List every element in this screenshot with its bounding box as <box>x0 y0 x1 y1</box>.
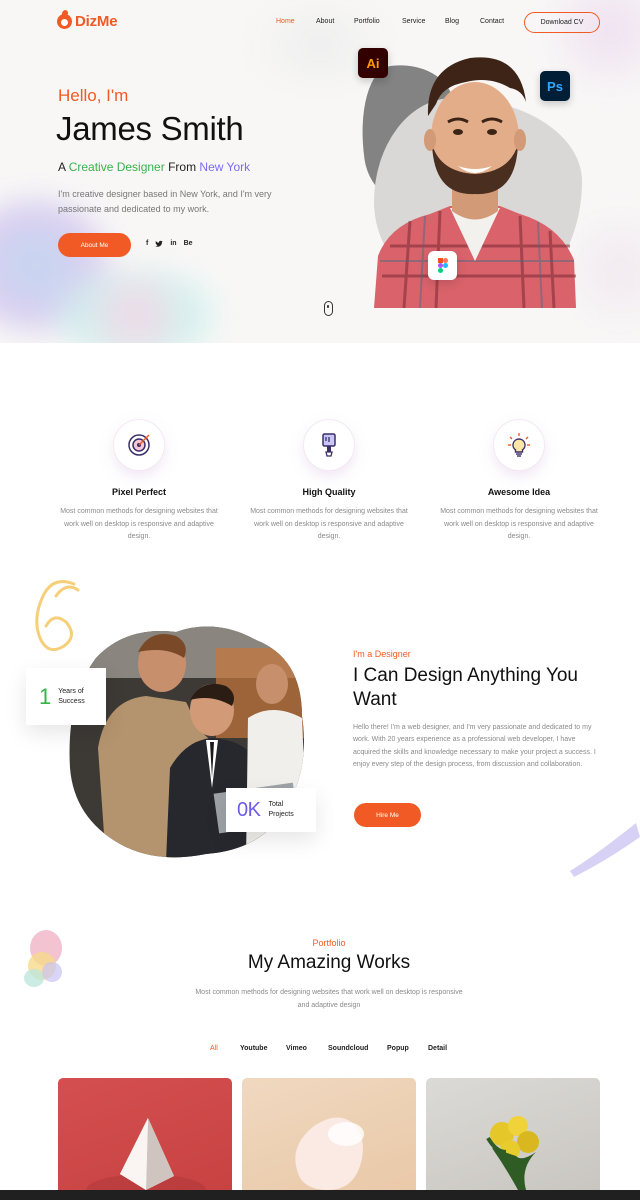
feature-high-quality: High Quality Most common methods for des… <box>244 420 414 544</box>
years-of-success-card: 1 Years of Success <box>26 668 106 725</box>
feature-title: Awesome Idea <box>487 487 551 497</box>
feature-title: High Quality <box>302 487 356 497</box>
about-tag: I'm a Designer <box>353 649 411 659</box>
years-label-line2: Success <box>58 697 85 705</box>
brush-stroke-decoration <box>570 823 640 877</box>
twitter-icon[interactable] <box>155 240 164 250</box>
projects-value: 0K <box>237 798 261 821</box>
years-label-line1: Years of <box>58 687 84 695</box>
portfolio-desc: Most common methods for designing websit… <box>195 989 463 1009</box>
role-mid: From <box>168 160 197 174</box>
lightbulb-icon <box>494 420 544 470</box>
portfolio-tag: Portfolio <box>312 938 346 948</box>
feature-pixel-perfect: Pixel Perfect Most common methods for de… <box>54 420 224 544</box>
hero-name: James Smith <box>56 110 244 147</box>
portfolio-title: My Amazing Works <box>247 952 411 973</box>
projects-label-line2: Projects <box>268 811 294 818</box>
hero-greeting: Hello, I'm <box>58 86 129 105</box>
about-text: Hello there! I'm a web designer, and I'm… <box>353 724 596 769</box>
filter-all[interactable]: All <box>210 1045 218 1052</box>
total-projects-card: 0K Total Projects <box>226 788 316 832</box>
feature-title: Pixel Perfect <box>111 487 167 497</box>
filter-soundcloud[interactable]: Soundcloud <box>328 1045 368 1052</box>
nav-portfolio[interactable]: Portfolio <box>354 18 380 25</box>
hero-role: Creative Designer <box>68 160 165 174</box>
hero-intro: I'm creative designer based in New York,… <box>58 189 272 214</box>
nav-home[interactable]: Home <box>276 18 295 25</box>
logo-icon <box>57 14 72 29</box>
filter-youtube[interactable]: Youtube <box>240 1045 267 1052</box>
download-cv-button[interactable]: Download CV <box>524 12 600 33</box>
hero-role-line: A Creative Designer From New York <box>58 160 250 174</box>
illustrator-icon: Ai <box>358 48 388 78</box>
bottom-bar <box>0 1190 640 1200</box>
about-me-button[interactable]: About Me <box>58 233 131 257</box>
logo-text: DizMe <box>75 13 118 30</box>
paint-brush-icon <box>304 420 354 470</box>
nav-service[interactable]: Service <box>402 18 425 25</box>
logo[interactable]: DizMe <box>57 13 118 30</box>
projects-label: Total Projects <box>268 800 293 820</box>
nav-blog[interactable]: Blog <box>445 18 459 25</box>
nav-contact[interactable]: Contact <box>480 18 504 25</box>
filter-popup[interactable]: Popup <box>387 1045 409 1052</box>
filter-vimeo[interactable]: Vimeo <box>286 1045 307 1052</box>
figma-icon <box>428 251 457 280</box>
hire-me-button[interactable]: Hire Me <box>354 803 421 827</box>
filter-detail[interactable]: Detail <box>428 1045 447 1052</box>
social-links: f in Be <box>146 240 193 250</box>
photoshop-icon: Ps <box>540 71 570 101</box>
hero-section: DizMe Home About Portfolio Service Blog … <box>0 0 640 343</box>
projects-label-line1: Total <box>268 801 284 808</box>
years-label: Years of Success <box>58 687 84 707</box>
portfolio-thumbnail <box>86 1118 206 1190</box>
feature-desc: Most common methods for designing websit… <box>60 508 218 540</box>
role-prefix: A <box>58 160 66 174</box>
years-value: 1 <box>39 683 52 709</box>
behance-icon[interactable]: Be <box>184 240 193 250</box>
target-icon <box>114 420 164 470</box>
linkedin-icon[interactable]: in <box>170 240 176 250</box>
feature-desc: Most common methods for designing websit… <box>250 508 408 540</box>
hero-location: New York <box>199 160 251 174</box>
portfolio-item[interactable] <box>242 1078 416 1190</box>
facebook-icon[interactable]: f <box>146 240 148 250</box>
portfolio-thumbnail <box>295 1117 364 1190</box>
portfolio-item[interactable] <box>58 1078 232 1190</box>
navbar: DizMe Home About Portfolio Service Blog … <box>0 0 640 44</box>
feature-awesome-idea: Awesome Idea Most common methods for des… <box>434 420 604 544</box>
feature-desc: Most common methods for designing websit… <box>440 508 598 540</box>
scroll-down-icon[interactable] <box>324 301 333 316</box>
portfolio-item[interactable] <box>426 1078 600 1190</box>
portfolio-thumbnail <box>486 1116 539 1190</box>
nav-about[interactable]: About <box>316 18 334 25</box>
about-title: I Can Design Anything You Want <box>353 665 579 710</box>
